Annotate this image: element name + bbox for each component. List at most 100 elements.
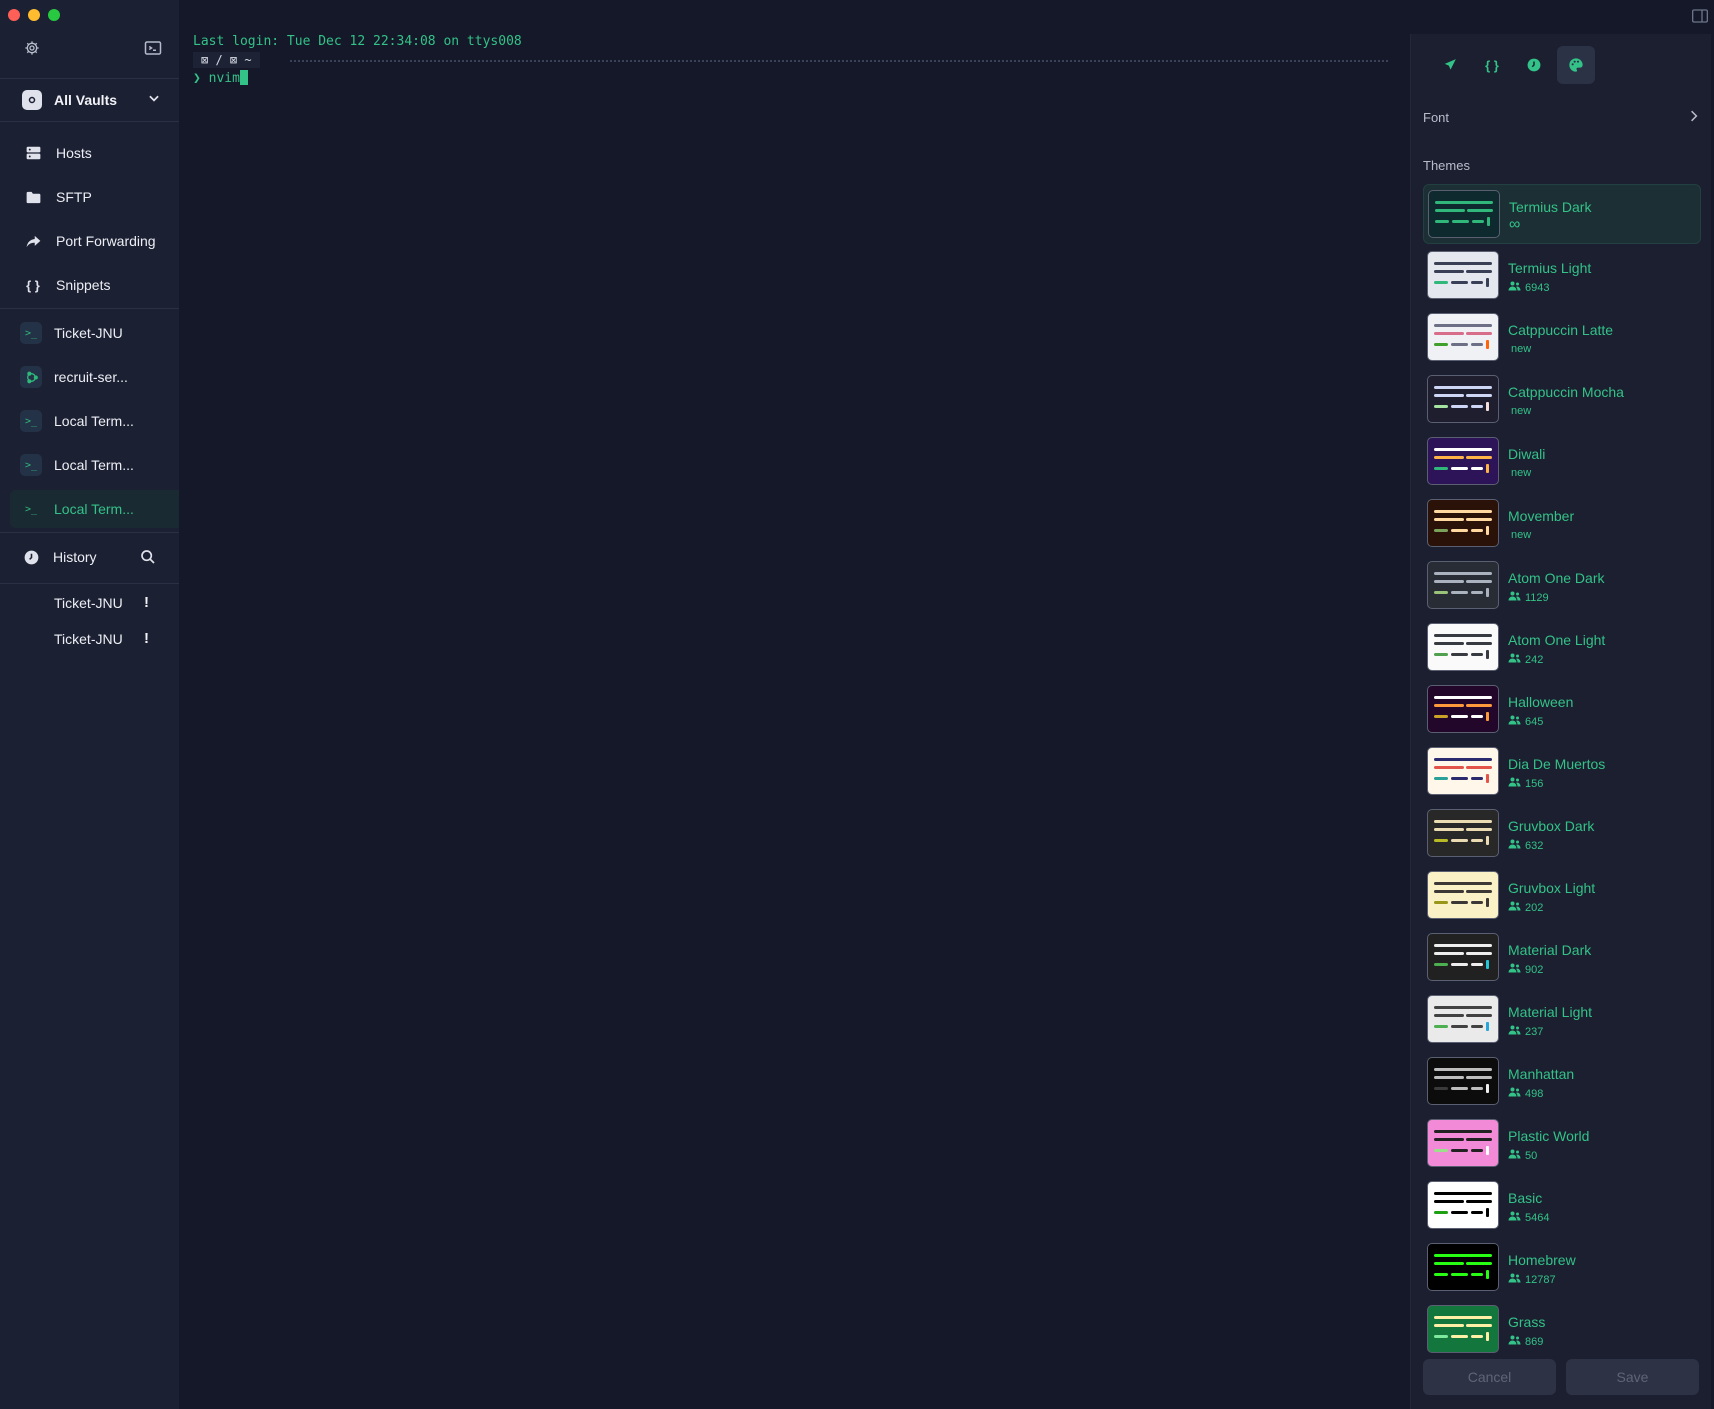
theme-preview-thumbnail [1427,623,1499,671]
hosts-icon [22,146,44,160]
preview-line [1434,1025,1448,1028]
font-setting[interactable]: Font [1423,110,1699,130]
history-header[interactable]: History [0,538,179,576]
theme-meta: new [1508,343,1531,355]
theme-meta: new [1508,529,1531,541]
prompt-divider [290,60,1388,62]
rocket-icon[interactable] [1431,46,1469,84]
preview-line [1451,281,1468,284]
preview-line [1434,715,1448,718]
sidebar-toggle-icon[interactable] [1692,9,1708,28]
session-tab[interactable]: >_ Ticket-JNU [10,314,179,352]
history-item[interactable]: Ticket-JNU ! [0,592,179,618]
theme-item[interactable]: Grass 869 [1423,1300,1699,1358]
preview-line [1434,704,1464,707]
theme-item[interactable]: Termius Light 6943 [1423,246,1699,304]
theme-item[interactable]: Catppuccin Latte new [1423,308,1699,366]
theme-item[interactable]: Dia De Muertos 156 [1423,742,1699,800]
preview-line [1434,456,1464,459]
session-tab[interactable]: >_ Local Term... [10,446,179,484]
theme-name: Catppuccin Latte [1508,322,1614,338]
preview-line [1434,510,1492,513]
nav-sftp[interactable]: SFTP [10,178,179,216]
braces-icon[interactable]: { } [1473,46,1511,84]
theme-name: Basic [1508,1190,1543,1206]
last-login-line: Last login: Tue Dec 12 22:34:08 on ttys0… [193,34,522,49]
preview-line [1486,898,1489,907]
users-icon [1508,1335,1521,1348]
theme-item[interactable]: Homebrew 12787 [1423,1238,1699,1296]
preview-line [1451,1211,1468,1214]
preview-line [1434,343,1448,346]
preview-line [1471,839,1483,842]
preview-line [1435,201,1493,204]
theme-item[interactable]: Gruvbox Light 202 [1423,866,1699,924]
theme-item[interactable]: Atom One Light 242 [1423,618,1699,676]
users-icon [1508,281,1521,294]
vault-icon [22,90,42,110]
preview-line [1434,901,1448,904]
session-tab-active[interactable]: >_ Local Term... [10,490,179,528]
history-item[interactable]: Ticket-JNU ! [0,628,179,654]
theme-meta-text: 645 [1525,715,1544,728]
cancel-button[interactable]: Cancel [1423,1359,1556,1395]
theme-meta: new [1508,405,1531,417]
palette-icon[interactable] [1557,46,1595,84]
theme-preview-thumbnail [1427,1305,1499,1353]
theme-meta-text: new [1511,405,1532,417]
theme-meta: 645 [1508,715,1543,728]
theme-preview-thumbnail [1427,313,1499,361]
preview-line [1434,1211,1448,1214]
minimize-window-button[interactable] [28,9,40,21]
theme-item[interactable]: Catppuccin Mocha new [1423,370,1699,428]
theme-item-selected[interactable]: Termius Dark ∞ [1423,184,1701,244]
theme-item[interactable]: Gruvbox Dark 632 [1423,804,1699,862]
vault-selector[interactable]: All Vaults [0,78,179,122]
theme-meta-text: 5464 [1525,1211,1550,1224]
theme-preview-thumbnail [1428,190,1500,238]
close-window-button[interactable] [8,9,20,21]
preview-line [1434,270,1464,273]
theme-item[interactable]: Diwali new [1423,432,1699,490]
gear-icon[interactable] [24,40,40,56]
session-tab[interactable]: recruit-ser... [10,358,179,396]
new-terminal-icon[interactable] [144,40,162,56]
theme-item[interactable]: Basic 5464 [1423,1176,1699,1234]
zoom-window-button[interactable] [48,9,60,21]
clock-icon [24,550,39,565]
theme-meta-text: new [1511,467,1532,479]
preview-line [1466,1076,1492,1079]
theme-item[interactable]: Plastic World 50 [1423,1114,1699,1172]
theme-item[interactable]: Movember new [1423,494,1699,552]
theme-item[interactable]: Atom One Dark 1129 [1423,556,1699,614]
session-tab[interactable]: >_ Local Term... [10,402,179,440]
theme-meta: 202 [1508,901,1543,914]
theme-meta: new [1508,467,1531,479]
terminal-view[interactable]: Last login: Tue Dec 12 22:34:08 on ttys0… [180,0,1410,1409]
theme-item[interactable]: Material Light 237 [1423,990,1699,1048]
theme-item[interactable]: Halloween 645 [1423,680,1699,738]
theme-item[interactable]: Manhattan 498 [1423,1052,1699,1110]
terminal-icon: >_ [20,454,42,476]
theme-preview-thumbnail [1427,1243,1499,1291]
preview-line [1451,839,1468,842]
search-icon[interactable] [140,549,156,568]
preview-line [1434,1324,1464,1327]
nav-hosts-label: Hosts [56,145,92,161]
preview-line [1434,820,1492,823]
nav-snippets[interactable]: { } Snippets [10,266,179,304]
nav-hosts[interactable]: Hosts [10,134,179,172]
preview-line [1451,591,1468,594]
preview-line [1434,580,1464,583]
preview-line [1434,591,1448,594]
theme-meta-text: 242 [1525,653,1544,666]
save-button[interactable]: Save [1566,1359,1699,1395]
theme-name: Atom One Dark [1508,570,1605,586]
theme-item[interactable]: Material Dark 902 [1423,928,1699,986]
preview-line [1466,1262,1492,1265]
chevron-right-icon [1689,110,1699,125]
nav-port-forwarding[interactable]: Port Forwarding [10,222,179,260]
theme-name: Manhattan [1508,1066,1575,1082]
clock-icon[interactable] [1515,46,1553,84]
preview-line [1452,220,1469,223]
